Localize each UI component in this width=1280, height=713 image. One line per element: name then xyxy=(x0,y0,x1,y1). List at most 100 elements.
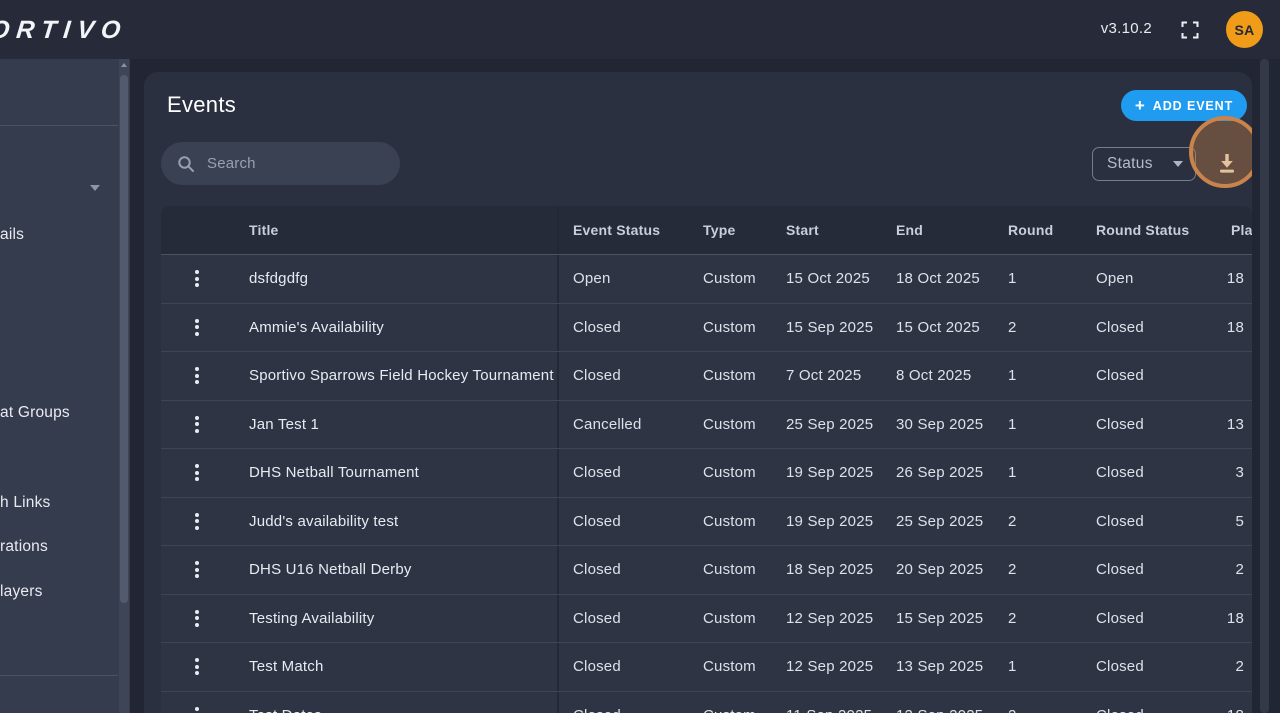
page-scrollbar[interactable] xyxy=(1260,59,1269,713)
row-round: 1 xyxy=(1008,658,1017,676)
row-players: 3 xyxy=(1235,464,1244,482)
row-event-status: Closed xyxy=(557,352,703,400)
sidebar: ails at Groups h Links rations layers xyxy=(0,59,130,713)
table-row[interactable]: Ammie's Availability Closed Custom 15 Se… xyxy=(161,302,1252,352)
table-row[interactable]: DHS U16 Netball Derby Closed Custom 18 S… xyxy=(161,545,1252,594)
sidebar-item-chat-groups[interactable]: at Groups xyxy=(0,404,70,422)
table-row[interactable]: Testing Availability Closed Custom 12 Se… xyxy=(161,593,1252,642)
row-round: 2 xyxy=(1008,609,1017,627)
row-actions-menu-icon[interactable] xyxy=(195,367,199,385)
row-round: 2 xyxy=(1008,561,1017,579)
row-type: Custom xyxy=(703,692,786,713)
sidebar-scrollbar-thumb[interactable] xyxy=(120,75,128,603)
row-title: DHS Netball Tournament xyxy=(249,464,420,482)
table-row[interactable]: Test Match Closed Custom 12 Sep 2025 13 … xyxy=(161,642,1252,691)
column-header-event-status: Event Status xyxy=(557,206,703,254)
scrollbar-up-arrow-icon[interactable] xyxy=(121,63,127,67)
sidebar-item-details[interactable]: ails xyxy=(0,226,24,244)
row-start-date: 19 Sep 2025 xyxy=(786,464,874,482)
row-menu-cell xyxy=(161,255,249,303)
row-type: Custom xyxy=(703,658,756,676)
row-actions-menu-icon[interactable] xyxy=(195,464,199,482)
row-players: 18 xyxy=(1227,692,1252,713)
row-actions-menu-icon[interactable] xyxy=(195,561,199,579)
user-avatar[interactable]: SA xyxy=(1226,11,1263,48)
row-event-status: Cancelled xyxy=(557,400,703,448)
row-type: Custom xyxy=(703,415,756,433)
column-header-title: Title xyxy=(249,222,279,238)
row-type: Custom xyxy=(703,367,756,385)
row-title: Test Dates xyxy=(249,692,557,713)
row-round-status: Closed xyxy=(1096,692,1231,713)
table-row[interactable]: Jan Test 1 Cancelled Custom 25 Sep 2025 … xyxy=(161,399,1252,448)
row-menu-cell xyxy=(161,449,249,497)
row-menu-cell xyxy=(161,643,249,691)
row-actions-menu-icon[interactable] xyxy=(195,658,199,676)
row-players xyxy=(1231,352,1252,400)
table-row[interactable]: DHS Netball Tournament Closed Custom 19 … xyxy=(161,448,1252,497)
row-round: 1 xyxy=(1008,367,1017,385)
sportivo-logo[interactable]: ORTIVO xyxy=(0,16,129,45)
row-title: Testing Availability xyxy=(249,609,375,627)
sidebar-divider xyxy=(0,125,118,126)
column-header-menu xyxy=(161,206,249,254)
row-end-date: 25 Sep 2025 xyxy=(896,512,984,530)
sidebar-item-rations[interactable]: rations xyxy=(0,538,48,556)
search-box[interactable] xyxy=(161,142,400,185)
row-round-status: Closed xyxy=(1096,609,1144,627)
row-title: Test Match xyxy=(249,658,324,676)
row-menu-cell xyxy=(161,546,249,594)
fullscreen-icon[interactable] xyxy=(1181,21,1199,39)
column-header-end: End xyxy=(896,222,924,238)
search-input[interactable] xyxy=(207,155,377,172)
row-actions-menu-icon[interactable] xyxy=(195,609,199,627)
row-event-status: Closed xyxy=(557,449,703,497)
row-title: DHS U16 Netball Derby xyxy=(249,561,412,579)
column-header-start: Start xyxy=(786,222,819,238)
table-row[interactable]: Test Dates Closed Custom 11 Sep 2025 12 … xyxy=(161,690,1252,713)
row-menu-cell xyxy=(161,304,249,352)
row-round-status: Closed xyxy=(1096,367,1144,385)
sidebar-item-players[interactable]: layers xyxy=(0,583,43,601)
table-row[interactable]: Judd's availability test Closed Custom 1… xyxy=(161,496,1252,546)
row-event-status: Open xyxy=(557,255,703,303)
download-button[interactable] xyxy=(1215,151,1239,175)
row-round-status: Closed xyxy=(1096,318,1144,336)
row-event-status: Closed xyxy=(557,691,703,713)
row-start-date: 25 Sep 2025 xyxy=(786,415,874,433)
sidebar-scrollbar[interactable] xyxy=(119,59,129,713)
column-header-players: Pla xyxy=(1231,222,1252,238)
row-actions-menu-icon[interactable] xyxy=(195,318,199,336)
row-end-date: 18 Oct 2025 xyxy=(896,270,980,288)
row-round-status: Closed xyxy=(1096,464,1144,482)
column-header-round-status: Round Status xyxy=(1096,222,1190,238)
row-end-date: 13 Sep 2025 xyxy=(896,658,984,676)
row-players: 18 xyxy=(1226,318,1244,336)
row-round: 2 xyxy=(1008,318,1017,336)
row-round-status: Open xyxy=(1096,270,1134,288)
row-round-status: Closed xyxy=(1096,512,1144,530)
row-round: 1 xyxy=(1008,270,1017,288)
add-event-button[interactable]: + ADD EVENT xyxy=(1121,90,1247,121)
row-players: 18 xyxy=(1226,270,1244,288)
row-round-status: Closed xyxy=(1096,561,1144,579)
row-menu-cell xyxy=(161,692,249,713)
row-title: Judd's availability test xyxy=(249,512,399,530)
row-players: 2 xyxy=(1235,658,1244,676)
row-actions-menu-icon[interactable] xyxy=(195,512,199,530)
row-actions-menu-icon[interactable] xyxy=(195,270,199,288)
sidebar-item-links[interactable]: h Links xyxy=(0,494,51,512)
status-filter-dropdown[interactable]: Status xyxy=(1092,147,1196,181)
row-menu-cell xyxy=(161,498,249,546)
search-icon xyxy=(177,155,195,173)
table-row[interactable]: dsfdgdfg Open Custom 15 Oct 2025 18 Oct … xyxy=(161,255,1252,303)
download-icon xyxy=(1220,154,1234,173)
table-row[interactable]: Sportivo Sparrows Field Hockey Tournamen… xyxy=(161,351,1252,400)
chevron-down-icon[interactable] xyxy=(90,185,100,191)
app-version: v3.10.2 xyxy=(1100,20,1152,37)
row-event-status: Closed xyxy=(557,594,703,642)
row-actions-menu-icon[interactable] xyxy=(195,415,199,433)
row-start-date: 15 Oct 2025 xyxy=(786,270,870,288)
events-panel: Events + ADD EVENT Status xyxy=(144,72,1252,713)
row-actions-menu-icon[interactable] xyxy=(195,706,199,713)
